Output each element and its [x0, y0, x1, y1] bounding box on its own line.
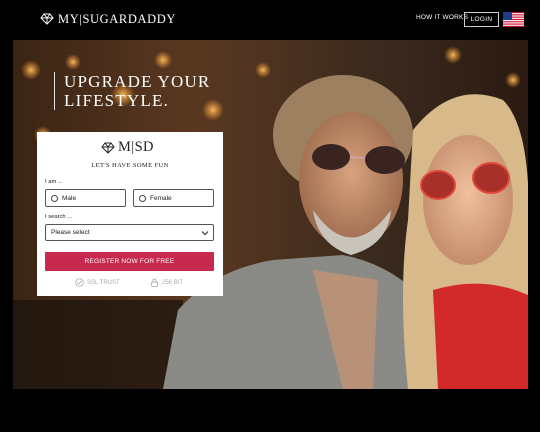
search-select[interactable]: Please select [45, 224, 214, 241]
login-button[interactable]: LOGIN [464, 12, 499, 27]
search-select-value: Please select [51, 229, 90, 236]
search-label: I search ... [45, 214, 73, 220]
headline-line-2: LIFESTYLE. [64, 91, 170, 110]
headline-line-1: UPGRADE YOUR [64, 72, 211, 91]
form-tagline: LET'S HAVE SOME FUN [91, 162, 169, 169]
check-circle-icon [75, 278, 84, 287]
male-radio-label: Male [62, 194, 77, 202]
site-logo[interactable]: MY|SUGARDADDY [40, 11, 176, 27]
how-it-works-link[interactable]: HOW IT WORKS [416, 14, 468, 21]
ssl-trust-text: SSL TRUST [87, 279, 120, 286]
radio-icon [51, 194, 58, 202]
logo-text: MY|SUGARDADDY [58, 11, 176, 26]
form-logo-text: M|SD [118, 139, 154, 155]
encryption-badge: 256 BIT [150, 278, 183, 287]
diamond-logo-icon [101, 142, 115, 154]
hero-headline: UPGRADE YOUR LIFESTYLE. [54, 72, 210, 110]
male-radio[interactable]: Male [45, 189, 126, 207]
chevron-down-icon [201, 231, 209, 236]
diamond-logo-icon [40, 13, 54, 25]
radio-icon [139, 194, 146, 202]
ssl-trust-badge: SSL TRUST [75, 278, 120, 287]
register-button[interactable]: REGISTER NOW FOR FREE [45, 252, 214, 271]
registration-form: M|SD LET'S HAVE SOME FUN I am ... Male F… [37, 132, 223, 296]
gender-label: I am ... [45, 179, 63, 185]
female-radio[interactable]: Female [133, 189, 214, 207]
lock-icon [151, 278, 158, 287]
form-logo: M|SD [101, 139, 154, 156]
us-flag-icon[interactable] [503, 12, 524, 27]
female-radio-label: Female [150, 194, 172, 202]
top-bar: MY|SUGARDADDY HOW IT WORKS LOGIN [0, 0, 540, 40]
encryption-text: 256 BIT [162, 279, 184, 286]
